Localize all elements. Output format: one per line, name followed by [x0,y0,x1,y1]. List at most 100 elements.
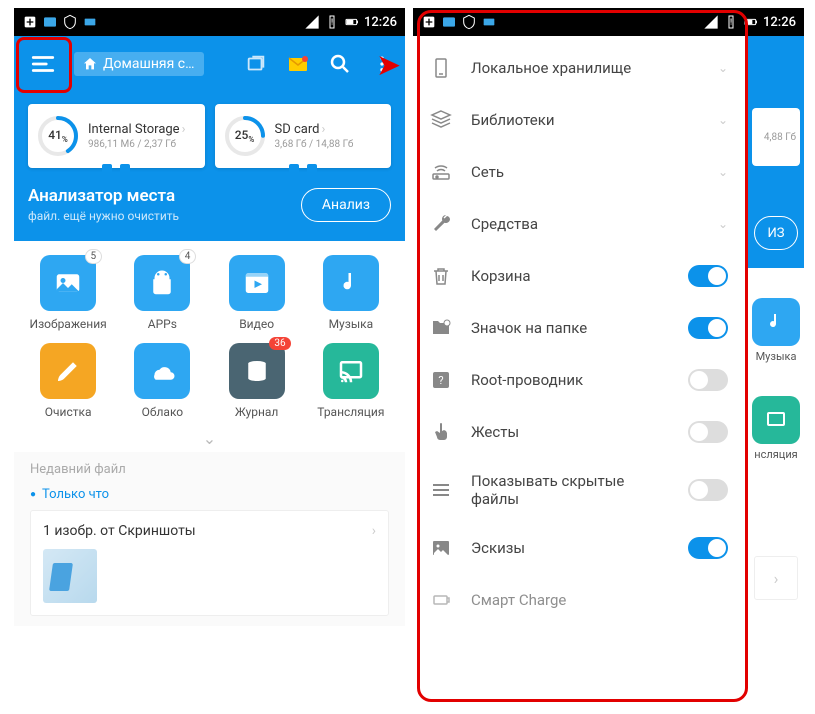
drawer-panel: Локальное хранилище ⌄ Библиотеки ⌄ Сеть … [413,36,748,708]
status-bar: ! 12:26 [413,8,804,36]
chevron-down-icon: ⌄ [718,165,728,179]
storage-sd[interactable]: 25% SD card› 3,68 Гб / 14,88 Гб [215,104,392,168]
analyzer-title: Анализатор места [28,186,179,206]
analyzer-sub: файл. ещё нужно очистить [28,209,179,223]
storage-title: SD card [275,122,320,137]
recent-section: Недавний файл Только что 1 изобр. от Скр… [14,452,405,626]
status-time: 12:26 [763,15,796,30]
storage-ring: 25% [223,114,267,158]
toggle-trash[interactable] [688,265,728,287]
badge: 5 [85,249,103,264]
recent-timestamp: Только что [30,487,389,502]
grid-cleaner[interactable]: Очистка [24,343,112,419]
recent-card[interactable]: 1 изобр. от Скриншоты › [30,510,389,616]
wifi-icon [429,160,453,184]
bg-label: Музыка [750,350,802,363]
status-icon [62,14,78,30]
chevron-down-icon[interactable]: ⌄ [14,425,405,452]
chevron-down-icon: ⌄ [718,61,728,75]
badge: 4 [179,249,197,264]
image-icon [429,536,453,560]
storage-internal[interactable]: 41% Internal Storage› 986,11 М6 / 2,37 Г… [28,104,205,168]
battery-icon [743,14,759,30]
phone-right: ! 12:26 4,88 Гб ИЗ Музыка нсляция › Лока… [413,8,804,708]
phone-left: ! 12:26 Домашняя с... 41% [14,8,405,708]
breadcrumb-label: Домашняя с... [103,56,196,72]
recent-title: 1 изобр. от Скриншоты [43,523,196,539]
list-icon [429,478,453,502]
drawer-gestures[interactable]: Жесты [413,406,748,458]
storage-sub: 3,68 Гб / 14,88 Гб [275,139,354,150]
root-icon: ? [429,368,453,392]
toolbar: Домашняя с... [14,36,405,92]
alert-icon: ! [723,14,739,30]
grid-video[interactable]: Видео [213,255,301,331]
battery-icon [344,14,360,30]
status-icon [22,14,38,30]
category-grid: 5 Изображения 4 APPs Видео Музыка Очистк… [14,241,405,425]
trash-icon [429,264,453,288]
drawer-libraries[interactable]: Библиотеки ⌄ [413,94,748,146]
storage-sub: 986,11 М6 / 2,37 Гб [88,139,185,150]
toggle-hidden[interactable] [688,479,728,501]
wrench-icon [429,212,453,236]
mail-icon[interactable] [281,47,315,81]
status-icon [82,14,98,30]
toggle-root[interactable] [688,369,728,391]
drawer-root[interactable]: ? Root-проводник [413,354,748,406]
bg-label: нсляция [750,448,802,461]
phone-icon [429,56,453,80]
drawer-trash[interactable]: Корзина [413,250,748,302]
chevron-down-icon: ⌄ [718,217,728,231]
status-bar: ! 12:26 [14,8,405,36]
chevron-right-icon: › [182,122,186,137]
window-icon[interactable] [239,47,273,81]
recent-header: Недавний файл [30,462,389,477]
battery-icon [429,588,453,612]
status-icon [461,14,477,30]
bg-btn-fragment: ИЗ [754,216,798,250]
grid-images[interactable]: 5 Изображения [24,255,112,331]
drawer-local-storage[interactable]: Локальное хранилище ⌄ [413,42,748,94]
hero-section: 41% Internal Storage› 986,11 М6 / 2,37 Г… [14,92,405,241]
badge: 36 [269,337,290,350]
storage-title: Internal Storage [88,122,180,137]
status-time: 12:26 [364,15,397,30]
grid-cloud[interactable]: Облако [118,343,206,419]
grid-music[interactable]: Музыка [307,255,395,331]
grid-apps[interactable]: 4 APPs [118,255,206,331]
drawer-tools[interactable]: Средства ⌄ [413,198,748,250]
search-icon[interactable] [323,47,357,81]
bg-storage-sub: 4,88 Гб [764,132,796,143]
arrow-icon: ➤ [376,48,401,83]
drawer-hidden-files[interactable]: Показывать скрытые файлы [413,458,748,522]
gesture-icon [429,420,453,444]
status-icon [42,14,58,30]
drawer-smart-charge[interactable]: Смарт Charge [413,574,748,626]
home-icon [82,56,98,72]
thumbnail [43,549,97,603]
hamburger-button[interactable] [20,41,66,87]
grid-cast[interactable]: Трансляция [307,343,395,419]
signal-icon [304,14,320,30]
toggle-thumbs[interactable] [688,537,728,559]
chevron-right-icon: › [372,523,376,539]
toggle-gestures[interactable] [688,421,728,443]
svg-text:!: ! [730,18,732,27]
chevron-right-icon: › [321,122,325,137]
toggle-folder-icon[interactable] [688,317,728,339]
status-icon [441,14,457,30]
svg-text:?: ? [438,374,443,387]
stack-icon [429,108,453,132]
chevron-down-icon: ⌄ [718,113,728,127]
status-icon [421,14,437,30]
status-icon [481,14,497,30]
analyze-button[interactable]: Анализ [301,188,391,222]
drawer-network[interactable]: Сеть ⌄ [413,146,748,198]
drawer-thumbnails[interactable]: Эскизы [413,522,748,574]
breadcrumb[interactable]: Домашняя с... [74,52,204,76]
alert-icon: ! [324,14,340,30]
drawer-folder-icon[interactable]: Значок на папке [413,302,748,354]
svg-text:!: ! [331,18,333,27]
grid-log[interactable]: 36 Журнал [213,343,301,419]
